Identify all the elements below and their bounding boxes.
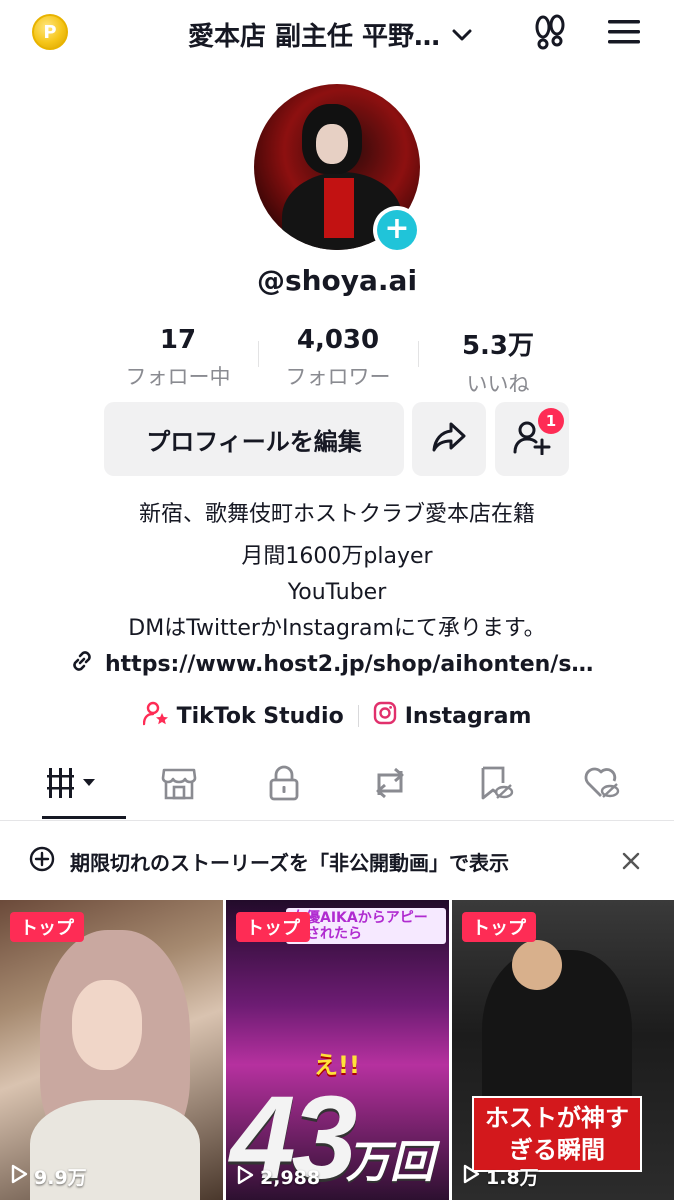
add-story-button[interactable]: + bbox=[373, 206, 421, 254]
view-count-value: 9.9万 bbox=[34, 1167, 87, 1189]
instagram-link[interactable]: Instagram bbox=[373, 701, 532, 731]
heart-hidden-icon bbox=[582, 766, 620, 804]
tab-videos[interactable] bbox=[20, 752, 126, 818]
pinned-tag: トップ bbox=[462, 912, 536, 942]
tiktok-studio-link[interactable]: TikTok Studio bbox=[142, 700, 344, 732]
stat-likes[interactable]: 5.3万 いいね bbox=[418, 325, 578, 396]
video-sub-text: 万回 bbox=[346, 1137, 434, 1188]
content-tabs bbox=[20, 752, 654, 818]
view-count: 1.8万 bbox=[462, 1163, 539, 1190]
video-thumbnail[interactable]: 女優AIKAからアピールされたら え!! 43 万回 トップ 2,988 bbox=[226, 900, 449, 1200]
notification-badge: 1 bbox=[538, 408, 564, 434]
tab-shop[interactable] bbox=[126, 752, 232, 818]
banner-text: 期限切れのストーリーズを「非公開動画」で表示 bbox=[70, 850, 509, 875]
pinned-tag: トップ bbox=[10, 912, 84, 942]
studio-icon bbox=[142, 700, 169, 732]
stat-likes-label: いいね bbox=[466, 372, 530, 396]
stat-followers-value: 4,030 bbox=[296, 325, 380, 355]
bio-line-2: 月間1600万player bbox=[241, 544, 433, 569]
tab-favorites[interactable] bbox=[443, 752, 549, 818]
video-caption: 女優AIKAからアピールされたら bbox=[286, 908, 446, 944]
menu-icon[interactable] bbox=[604, 12, 644, 52]
bio-link[interactable]: https://www.host2.jp/shop/aihonten/shoy.… bbox=[0, 648, 674, 680]
view-count-value: 1.8万 bbox=[486, 1167, 539, 1189]
coin-icon[interactable]: P bbox=[32, 14, 68, 50]
username: @shoya.ai bbox=[256, 264, 418, 297]
bio-line-3: YouTuber bbox=[287, 580, 387, 605]
video-caption: ホストが神すぎる瞬間 bbox=[472, 1096, 642, 1172]
tab-private[interactable] bbox=[231, 752, 337, 818]
video-thumbnail[interactable]: ホストが神すぎる瞬間 トップ 1.8万 bbox=[452, 900, 674, 1200]
tab-liked[interactable] bbox=[548, 752, 654, 818]
page-title: 愛本店 副主任 平野… bbox=[187, 21, 441, 52]
social-links: TikTok Studio Instagram bbox=[0, 700, 674, 732]
tabs-divider bbox=[0, 820, 674, 821]
active-tab-indicator bbox=[42, 816, 126, 819]
view-count: 9.9万 bbox=[10, 1163, 87, 1190]
grid-dropdown-icon bbox=[45, 766, 101, 804]
add-circle-icon bbox=[28, 845, 56, 878]
bookmark-hidden-icon bbox=[478, 765, 514, 805]
footprints-icon[interactable] bbox=[530, 12, 570, 52]
stat-followers-label: フォロワー bbox=[285, 365, 391, 389]
share-profile-button[interactable] bbox=[412, 402, 486, 476]
link-icon bbox=[69, 648, 95, 680]
edit-profile-button[interactable]: プロフィールを編集 bbox=[104, 402, 404, 476]
account-switcher[interactable]: 愛本店 副主任 平野… bbox=[150, 14, 510, 54]
view-count-value: 2,988 bbox=[260, 1166, 321, 1189]
instagram-icon bbox=[373, 701, 397, 731]
repost-icon bbox=[371, 765, 409, 805]
chevron-down-icon bbox=[452, 19, 472, 49]
stat-following[interactable]: 17 フォロー中 bbox=[98, 325, 258, 391]
bio-line-1: 新宿、歌舞伎町ホストクラブ愛本店在籍 bbox=[138, 502, 535, 527]
coin-symbol: P bbox=[43, 21, 57, 43]
divider bbox=[357, 705, 359, 727]
stats-row: 17 フォロー中 4,030 フォロワー 5.3万 いいね bbox=[98, 325, 578, 396]
stat-likes-value: 5.3万 bbox=[461, 331, 535, 361]
bio-line-4: DMはTwitterかInstagramにて承ります。 bbox=[128, 616, 546, 641]
instagram-label: Instagram bbox=[404, 703, 532, 729]
close-icon[interactable] bbox=[616, 846, 646, 876]
plus-icon: + bbox=[377, 210, 417, 250]
pinned-tag: トップ bbox=[236, 912, 310, 942]
expired-stories-banner[interactable]: 期限切れのストーリーズを「非公開動画」で表示 bbox=[0, 822, 674, 900]
bio-link-text: https://www.host2.jp/shop/aihonten/shoy.… bbox=[105, 651, 605, 677]
tab-reposts[interactable] bbox=[337, 752, 443, 818]
tiktok-studio-label: TikTok Studio bbox=[176, 703, 344, 729]
view-count: 2,988 bbox=[236, 1165, 320, 1190]
lock-icon bbox=[268, 765, 300, 805]
stat-followers[interactable]: 4,030 フォロワー bbox=[258, 325, 418, 391]
stat-following-label: フォロー中 bbox=[125, 365, 231, 389]
video-thumbnail[interactable]: トップ 9.9万 bbox=[0, 900, 223, 1200]
play-icon bbox=[462, 1164, 480, 1189]
play-icon bbox=[10, 1164, 28, 1189]
shop-icon bbox=[161, 766, 197, 804]
stat-following-value: 17 bbox=[159, 325, 197, 355]
play-icon bbox=[236, 1165, 254, 1190]
share-icon bbox=[431, 421, 467, 457]
